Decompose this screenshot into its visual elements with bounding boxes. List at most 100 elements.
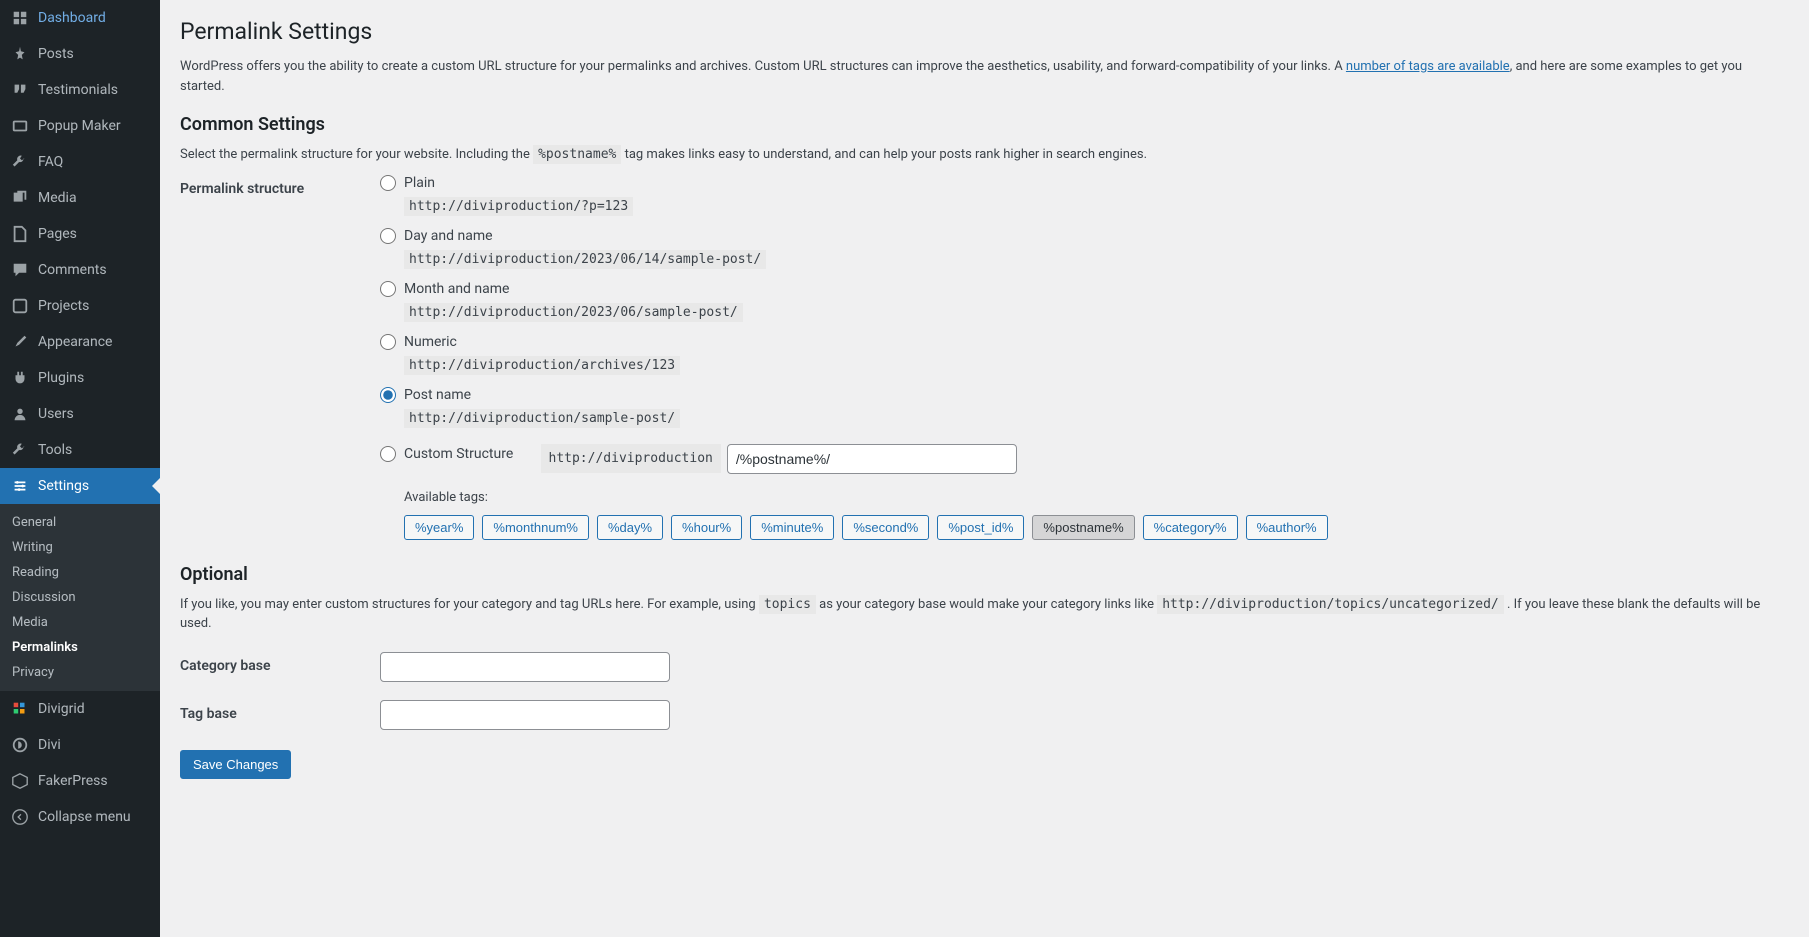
sidebar-item-label: FakerPress (38, 773, 108, 789)
sidebar-item-label: Divigrid (38, 701, 85, 717)
sidebar-item-comments[interactable]: Comments (0, 252, 160, 288)
divigrid-icon (10, 699, 30, 719)
radio-postname-input[interactable] (380, 387, 396, 403)
sidebar-item-testimonials[interactable]: Testimonials (0, 72, 160, 108)
main-content: Permalink Settings WordPress offers you … (160, 0, 1809, 937)
submenu-privacy[interactable]: Privacy (0, 660, 160, 685)
projects-icon (10, 296, 30, 316)
sidebar-item-label: Posts (38, 46, 74, 62)
radio-month-input[interactable] (380, 281, 396, 297)
submenu-permalinks[interactable]: Permalinks (0, 635, 160, 660)
sidebar-item-dashboard[interactable]: Dashboard (0, 0, 160, 36)
sidebar-item-label: Settings (38, 478, 89, 494)
sidebar-item-divigrid[interactable]: Divigrid (0, 691, 160, 727)
radio-numeric-input[interactable] (380, 334, 396, 350)
tag-base-label: Tag base (180, 700, 380, 730)
sidebar-item-plugins[interactable]: Plugins (0, 360, 160, 396)
permalink-structure-label: Permalink structure (180, 175, 380, 546)
sidebar-item-pages[interactable]: Pages (0, 216, 160, 252)
settings-icon (10, 476, 30, 496)
radio-custom-input[interactable] (380, 446, 396, 462)
radio-month-label: Month and name (404, 281, 509, 297)
submenu-general[interactable]: General (0, 510, 160, 535)
sidebar-item-posts[interactable]: Posts (0, 36, 160, 72)
tag-year[interactable]: %year% (404, 515, 474, 540)
brush-icon (10, 332, 30, 352)
settings-submenu: General Writing Reading Discussion Media… (0, 504, 160, 691)
radio-postname[interactable]: Post name (380, 387, 471, 403)
tag-hour[interactable]: %hour% (671, 515, 742, 540)
popup-icon (10, 116, 30, 136)
tag-author[interactable]: %author% (1246, 515, 1328, 540)
sidebar-item-label: Plugins (38, 370, 84, 386)
sidebar-item-faq[interactable]: FAQ (0, 144, 160, 180)
radio-plain[interactable]: Plain (380, 175, 435, 191)
plug-icon (10, 368, 30, 388)
tag-base-input[interactable] (380, 700, 670, 730)
divi-icon (10, 735, 30, 755)
topics-code: topics (759, 595, 816, 614)
tag-postid[interactable]: %post_id% (937, 515, 1024, 540)
postname-code: %postname% (533, 145, 621, 164)
tags-available-link[interactable]: number of tags are available (1346, 59, 1510, 74)
sidebar-item-popup-maker[interactable]: Popup Maker (0, 108, 160, 144)
radio-day-input[interactable] (380, 228, 396, 244)
media-icon (10, 188, 30, 208)
comment-icon (10, 260, 30, 280)
fakerpress-icon (10, 771, 30, 791)
custom-structure-input[interactable] (727, 444, 1017, 474)
radio-numeric-label: Numeric (404, 334, 457, 350)
sidebar-item-label: Testimonials (38, 82, 118, 98)
custom-base-url: http://diviproduction (541, 444, 721, 473)
tag-category[interactable]: %category% (1143, 515, 1238, 540)
tag-monthnum[interactable]: %monthnum% (482, 515, 589, 540)
sidebar-item-fakerpress[interactable]: FakerPress (0, 763, 160, 799)
sidebar-item-label: Media (38, 190, 77, 206)
admin-sidebar: Dashboard Posts Testimonials Popup Maker… (0, 0, 160, 937)
dashboard-icon (10, 8, 30, 28)
submenu-reading[interactable]: Reading (0, 560, 160, 585)
radio-postname-label: Post name (404, 387, 471, 403)
available-tags: %year% %monthnum% %day% %hour% %minute% … (404, 515, 1789, 540)
sidebar-item-appearance[interactable]: Appearance (0, 324, 160, 360)
tag-second[interactable]: %second% (842, 515, 929, 540)
radio-month-name[interactable]: Month and name (380, 281, 509, 297)
page-icon (10, 224, 30, 244)
tag-day[interactable]: %day% (597, 515, 663, 540)
intro-text: WordPress offers you the ability to crea… (180, 57, 1789, 96)
postname-example: http://diviproduction/sample-post/ (404, 409, 680, 428)
topics-url-code: http://diviproduction/topics/uncategoriz… (1157, 595, 1504, 614)
submenu-discussion[interactable]: Discussion (0, 585, 160, 610)
category-base-input[interactable] (380, 652, 670, 682)
optional-desc: If you like, you may enter custom struct… (180, 595, 1789, 634)
sidebar-item-projects[interactable]: Projects (0, 288, 160, 324)
sidebar-item-collapse[interactable]: Collapse menu (0, 799, 160, 835)
radio-custom[interactable]: Custom Structure (380, 446, 513, 462)
submenu-media[interactable]: Media (0, 610, 160, 635)
numeric-example: http://diviproduction/archives/123 (404, 356, 680, 375)
sidebar-item-label: Popup Maker (38, 118, 121, 134)
sidebar-item-divi[interactable]: Divi (0, 727, 160, 763)
sidebar-item-label: Comments (38, 262, 107, 278)
sidebar-item-label: Pages (38, 226, 77, 242)
sidebar-item-media[interactable]: Media (0, 180, 160, 216)
submenu-writing[interactable]: Writing (0, 535, 160, 560)
sidebar-item-label: FAQ (38, 154, 63, 170)
sidebar-item-users[interactable]: Users (0, 396, 160, 432)
sidebar-item-settings[interactable]: Settings (0, 468, 160, 504)
user-icon (10, 404, 30, 424)
day-example: http://diviproduction/2023/06/14/sample-… (404, 250, 766, 269)
tag-postname[interactable]: %postname% (1032, 515, 1134, 540)
plain-example: http://diviproduction/?p=123 (404, 197, 633, 216)
wrench-icon (10, 152, 30, 172)
tag-minute[interactable]: %minute% (750, 515, 834, 540)
radio-plain-label: Plain (404, 175, 435, 191)
sidebar-item-label: Divi (38, 737, 61, 753)
common-settings-desc: Select the permalink structure for your … (180, 145, 1789, 165)
radio-day-name[interactable]: Day and name (380, 228, 493, 244)
sidebar-item-tools[interactable]: Tools (0, 432, 160, 468)
save-changes-button[interactable]: Save Changes (180, 750, 291, 779)
radio-numeric[interactable]: Numeric (380, 334, 457, 350)
radio-plain-input[interactable] (380, 175, 396, 191)
available-tags-label: Available tags: (404, 490, 1789, 505)
